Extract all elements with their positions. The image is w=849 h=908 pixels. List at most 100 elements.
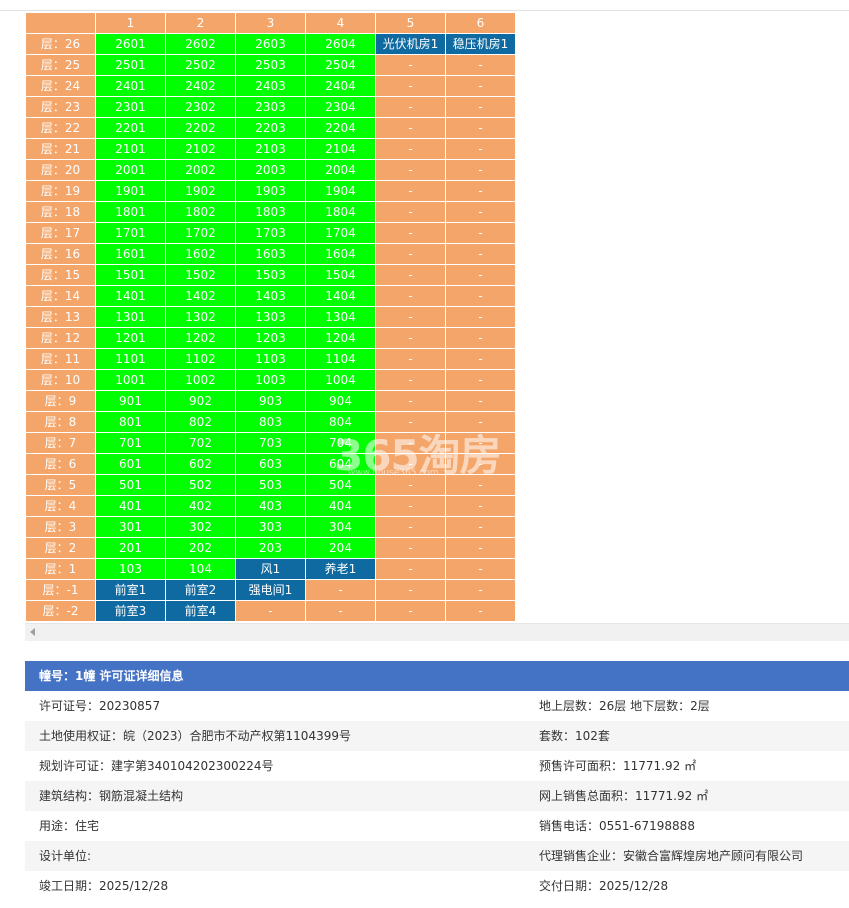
unit-cell[interactable]: 1504 bbox=[305, 264, 376, 286]
unit-cell[interactable]: 601 bbox=[95, 453, 166, 475]
unit-cell[interactable]: 504 bbox=[305, 474, 376, 496]
unit-cell[interactable]: 2302 bbox=[165, 96, 236, 118]
unit-cell[interactable]: 804 bbox=[305, 411, 376, 433]
unit-cell[interactable]: 1302 bbox=[165, 306, 236, 328]
unit-cell[interactable]: 1404 bbox=[305, 285, 376, 307]
unit-cell[interactable]: 1303 bbox=[235, 306, 306, 328]
unit-cell[interactable]: 104 bbox=[165, 558, 236, 580]
unit-cell[interactable]: 1003 bbox=[235, 369, 306, 391]
unit-cell[interactable]: 1804 bbox=[305, 201, 376, 223]
unit-cell[interactable]: 1301 bbox=[95, 306, 166, 328]
unit-cell[interactable]: 2004 bbox=[305, 159, 376, 181]
unit-cell[interactable]: 103 bbox=[95, 558, 166, 580]
unit-cell[interactable]: 1001 bbox=[95, 369, 166, 391]
unit-cell[interactable]: 2501 bbox=[95, 54, 166, 76]
unit-cell[interactable]: 903 bbox=[235, 390, 306, 412]
horizontal-scrollbar[interactable] bbox=[25, 623, 849, 641]
unit-cell[interactable]: 2102 bbox=[165, 138, 236, 160]
unit-cell[interactable]: 1501 bbox=[95, 264, 166, 286]
unit-cell[interactable]: 703 bbox=[235, 432, 306, 454]
unit-cell[interactable]: 2001 bbox=[95, 159, 166, 181]
unit-cell[interactable]: 前室4 bbox=[165, 600, 236, 622]
unit-cell[interactable]: 603 bbox=[235, 453, 306, 475]
unit-cell[interactable]: 2201 bbox=[95, 117, 166, 139]
unit-cell[interactable]: 2403 bbox=[235, 75, 306, 97]
unit-cell[interactable]: 2503 bbox=[235, 54, 306, 76]
unit-cell[interactable]: 201 bbox=[95, 537, 166, 559]
unit-cell[interactable]: 1104 bbox=[305, 348, 376, 370]
unit-cell[interactable]: 502 bbox=[165, 474, 236, 496]
unit-cell[interactable]: 2604 bbox=[305, 33, 376, 55]
unit-cell[interactable]: 2204 bbox=[305, 117, 376, 139]
unit-cell[interactable]: 1701 bbox=[95, 222, 166, 244]
unit-cell[interactable]: 1704 bbox=[305, 222, 376, 244]
unit-cell[interactable]: 1202 bbox=[165, 327, 236, 349]
scroll-left-arrow-icon[interactable] bbox=[30, 628, 35, 636]
unit-cell[interactable]: 2002 bbox=[165, 159, 236, 181]
unit-cell[interactable]: 503 bbox=[235, 474, 306, 496]
unit-cell[interactable]: 901 bbox=[95, 390, 166, 412]
unit-cell[interactable]: 704 bbox=[305, 432, 376, 454]
floor-unit-grid[interactable]: 1 2 3 4 5 6 层：26 2601 2602 2603 2604 光伏机房1 稳压机房1 层：25… bbox=[25, 12, 849, 623]
unit-cell[interactable]: 2401 bbox=[95, 75, 166, 97]
unit-cell[interactable]: 2303 bbox=[235, 96, 306, 118]
unit-cell[interactable]: 1601 bbox=[95, 243, 166, 265]
unit-cell[interactable]: 2104 bbox=[305, 138, 376, 160]
unit-cell[interactable]: 1904 bbox=[305, 180, 376, 202]
unit-cell[interactable]: 2504 bbox=[305, 54, 376, 76]
unit-cell[interactable]: 强电间1 bbox=[235, 579, 306, 601]
unit-cell[interactable]: 2402 bbox=[165, 75, 236, 97]
unit-cell[interactable]: 1604 bbox=[305, 243, 376, 265]
unit-cell[interactable]: 1101 bbox=[95, 348, 166, 370]
unit-cell[interactable]: 稳压机房1 bbox=[445, 33, 516, 55]
unit-cell[interactable]: 1803 bbox=[235, 201, 306, 223]
unit-cell[interactable]: 1203 bbox=[235, 327, 306, 349]
unit-cell[interactable]: 前室1 bbox=[95, 579, 166, 601]
unit-cell[interactable]: 801 bbox=[95, 411, 166, 433]
unit-cell[interactable]: 1902 bbox=[165, 180, 236, 202]
unit-cell[interactable]: 602 bbox=[165, 453, 236, 475]
unit-cell[interactable]: 2101 bbox=[95, 138, 166, 160]
unit-cell[interactable]: 1304 bbox=[305, 306, 376, 328]
unit-cell[interactable]: 1204 bbox=[305, 327, 376, 349]
unit-cell[interactable]: 303 bbox=[235, 516, 306, 538]
unit-cell[interactable]: 1903 bbox=[235, 180, 306, 202]
unit-cell[interactable]: 1401 bbox=[95, 285, 166, 307]
unit-cell[interactable]: 1402 bbox=[165, 285, 236, 307]
unit-cell[interactable]: 301 bbox=[95, 516, 166, 538]
unit-cell[interactable]: 902 bbox=[165, 390, 236, 412]
unit-cell[interactable]: 302 bbox=[165, 516, 236, 538]
unit-cell[interactable]: 前室2 bbox=[165, 579, 236, 601]
unit-cell[interactable]: 1502 bbox=[165, 264, 236, 286]
unit-cell[interactable]: 2602 bbox=[165, 33, 236, 55]
unit-cell[interactable]: 2304 bbox=[305, 96, 376, 118]
unit-cell[interactable]: 2301 bbox=[95, 96, 166, 118]
unit-cell[interactable]: 204 bbox=[305, 537, 376, 559]
unit-cell[interactable]: 904 bbox=[305, 390, 376, 412]
unit-cell[interactable]: 2103 bbox=[235, 138, 306, 160]
unit-cell[interactable]: 2603 bbox=[235, 33, 306, 55]
unit-cell[interactable]: 701 bbox=[95, 432, 166, 454]
unit-cell[interactable]: 501 bbox=[95, 474, 166, 496]
unit-cell[interactable]: 1201 bbox=[95, 327, 166, 349]
unit-cell[interactable]: 2502 bbox=[165, 54, 236, 76]
unit-cell[interactable]: 前室3 bbox=[95, 600, 166, 622]
unit-cell[interactable]: 风1 bbox=[235, 558, 306, 580]
unit-cell[interactable]: 1004 bbox=[305, 369, 376, 391]
unit-cell[interactable]: 1603 bbox=[235, 243, 306, 265]
unit-cell[interactable]: 1503 bbox=[235, 264, 306, 286]
unit-cell[interactable]: 403 bbox=[235, 495, 306, 517]
unit-cell[interactable]: 2404 bbox=[305, 75, 376, 97]
unit-cell[interactable]: 1002 bbox=[165, 369, 236, 391]
unit-cell[interactable]: 803 bbox=[235, 411, 306, 433]
unit-cell[interactable]: 1703 bbox=[235, 222, 306, 244]
unit-cell[interactable]: 702 bbox=[165, 432, 236, 454]
unit-cell[interactable]: 402 bbox=[165, 495, 236, 517]
unit-cell[interactable]: 1801 bbox=[95, 201, 166, 223]
unit-cell[interactable]: 1702 bbox=[165, 222, 236, 244]
unit-cell[interactable]: 1403 bbox=[235, 285, 306, 307]
unit-cell[interactable]: 802 bbox=[165, 411, 236, 433]
unit-cell[interactable]: 2203 bbox=[235, 117, 306, 139]
unit-cell[interactable]: 养老1 bbox=[305, 558, 376, 580]
unit-cell[interactable]: 404 bbox=[305, 495, 376, 517]
